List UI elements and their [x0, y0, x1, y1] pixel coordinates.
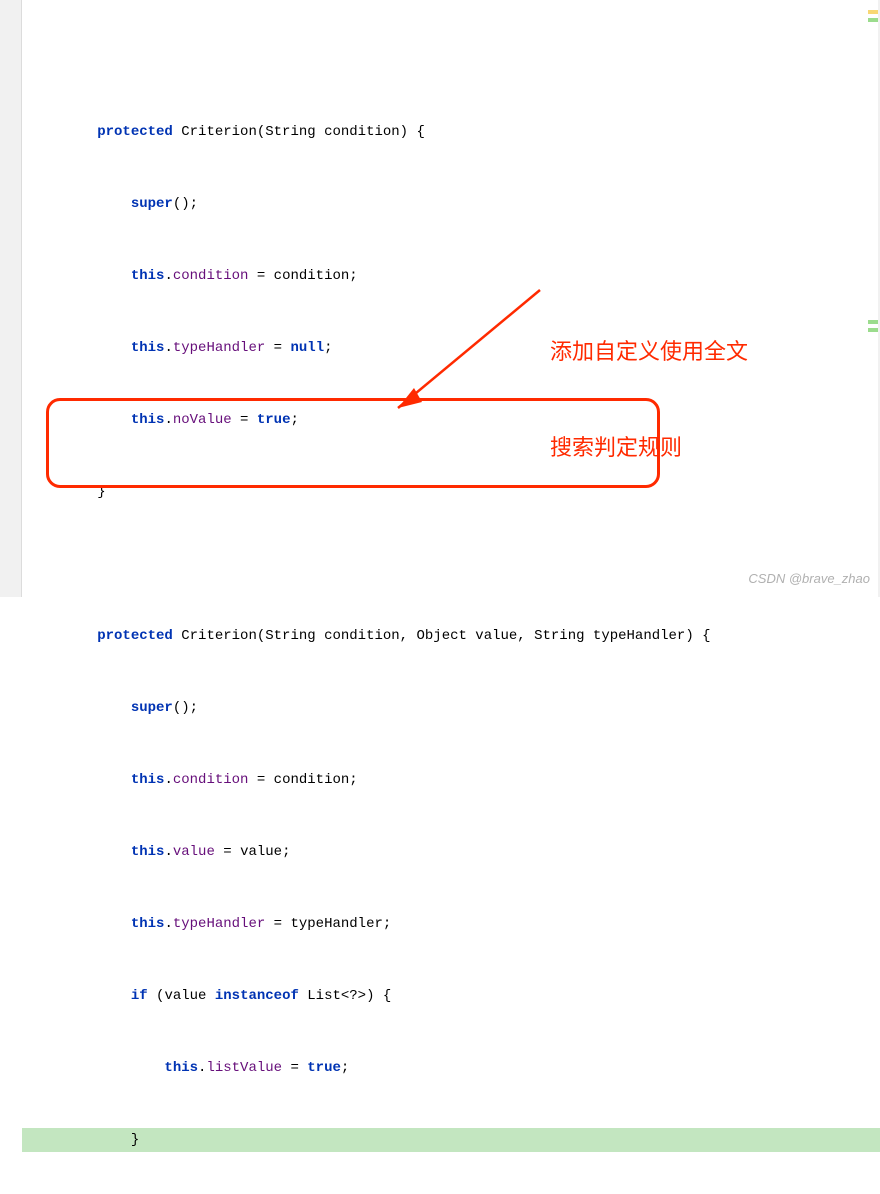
code-line: this.listValue = true; [22, 1056, 880, 1080]
code-line: this.condition = condition; [22, 264, 880, 288]
code-line: protected Criterion(String condition) { [22, 120, 880, 144]
gutter-mark-icon [868, 320, 878, 324]
annotation-text: 添加自定义使用全文 搜索判定规则 [550, 272, 748, 496]
code-line-modified: } [22, 1128, 880, 1152]
code-line: } [22, 480, 880, 504]
annotation-line2: 搜索判定规则 [550, 432, 748, 464]
gutter-mark-icon [868, 328, 878, 332]
code-line: this.typeHandler = typeHandler; [22, 912, 880, 936]
gutter-mark-icon [868, 18, 878, 22]
code-line: this.typeHandler = null; [22, 336, 880, 360]
code-line: this.value = value; [22, 840, 880, 864]
code-line: protected Criterion(String condition, Ob… [22, 624, 880, 648]
watermark-text: CSDN @brave_zhao [748, 567, 870, 591]
code-line: if (value instanceof List<?>) { [22, 984, 880, 1008]
code-line: super(); [22, 696, 880, 720]
code-line: super(); [22, 192, 880, 216]
code-line: this.noValue = true; [22, 408, 880, 432]
code-line [22, 48, 880, 72]
code-line: this.condition = condition; [22, 768, 880, 792]
editor-gutter [0, 0, 22, 597]
code-editor: protected Criterion(String condition) { … [22, 0, 880, 1194]
gutter-mark-icon [868, 10, 878, 14]
annotation-line1: 添加自定义使用全文 [550, 336, 748, 368]
